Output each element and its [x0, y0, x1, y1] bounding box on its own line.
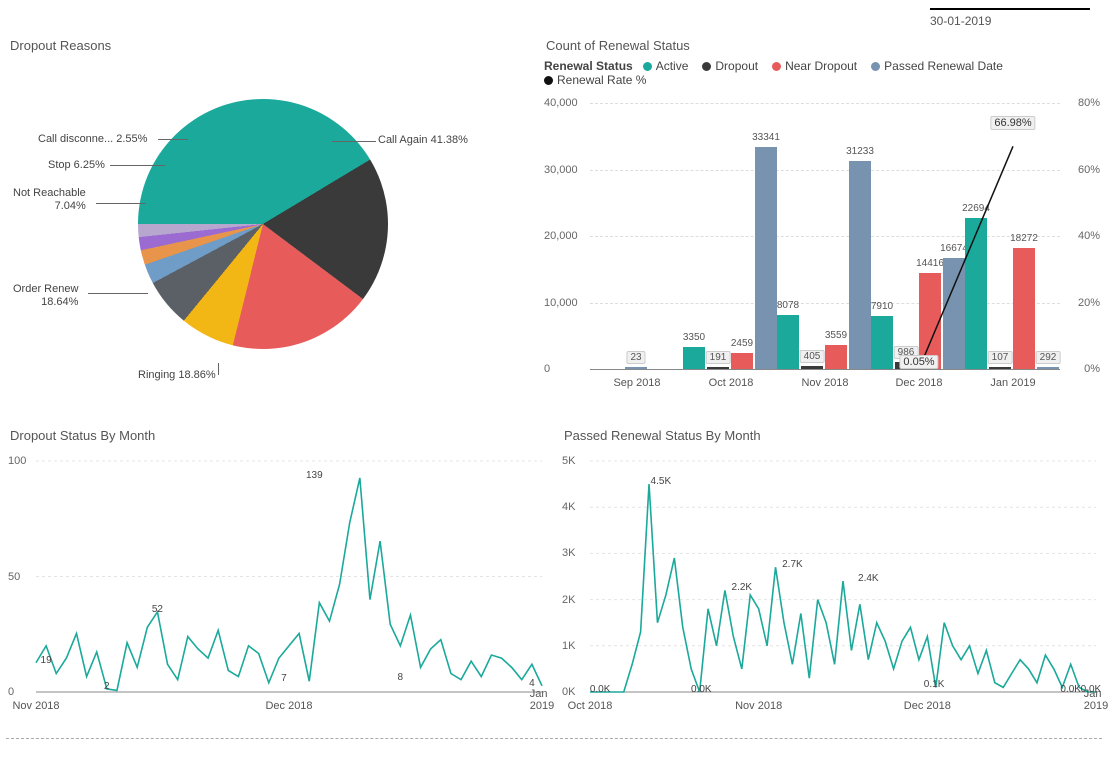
bar-title: Count of Renewal Status — [546, 38, 1100, 53]
pie-label: Ringing 18.86% — [138, 369, 216, 382]
line2-title: Passed Renewal Status By Month — [564, 428, 1100, 443]
bar-legend: Renewal StatusActiveDropoutNear DropoutP… — [544, 59, 1100, 87]
pie-label: Not Reachable — [13, 187, 86, 200]
legend-item: Dropout — [702, 59, 758, 73]
renewal-bar-chart: 010,00020,00030,00040,0000%20%40%60%80%S… — [544, 93, 1100, 393]
pie-label: 18.64% — [13, 296, 78, 309]
dropout-line-chart: 050100Nov 2018Dec 2018Jan 20191925271398… — [8, 449, 546, 714]
pie-label: Call Again 41.38% — [378, 134, 468, 147]
line1-title: Dropout Status By Month — [10, 428, 546, 443]
legend-item: Passed Renewal Date — [871, 59, 1003, 73]
report-date: 30-01-2019 — [930, 8, 1090, 28]
passed-renewal-line-chart: 0K1K2K3K4K5KOct 2018Nov 2018Dec 2018Jan … — [562, 449, 1100, 714]
dropout-pie-chart: Call Again 41.38% Ringing 18.86% Order R… — [8, 59, 528, 389]
pie-label: Call disconne... 2.55% — [38, 133, 147, 146]
legend-item: Active — [643, 59, 689, 73]
legend-item: Renewal Rate % — [544, 73, 646, 87]
pie-label: Stop 6.25% — [48, 159, 105, 172]
pie-label: 7.04% — [13, 200, 86, 213]
pie-label: Order Renew — [13, 283, 78, 296]
pie-title: Dropout Reasons — [10, 38, 528, 53]
legend-item: Near Dropout — [772, 59, 857, 73]
